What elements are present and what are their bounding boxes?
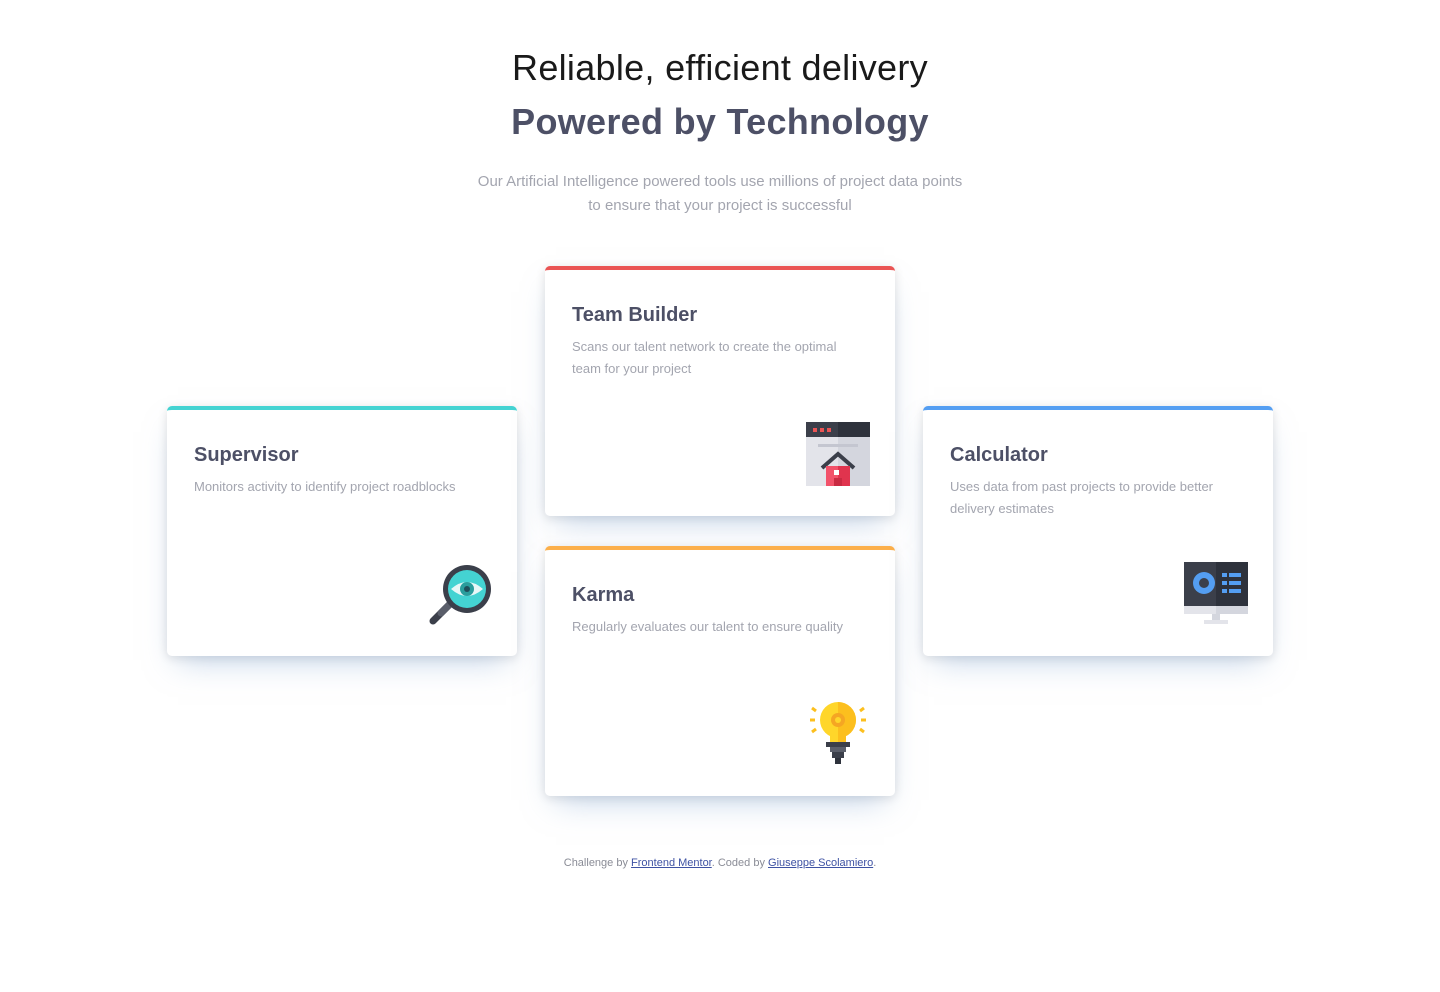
- card-team-builder: Team Builder Scans our talent network to…: [545, 266, 895, 516]
- card-supervisor: Supervisor Monitors activity to identify…: [167, 406, 517, 656]
- page: Reliable, efficient delivery Powered by …: [0, 0, 1440, 992]
- card-description: Regularly evaluates our talent to ensure…: [572, 619, 843, 634]
- author-link[interactable]: Giuseppe Scolamiero: [768, 857, 873, 869]
- headline-bold: Powered by Technology: [511, 101, 929, 142]
- footer-prefix: Challenge by: [563, 857, 632, 869]
- card-description: Scans our talent network to create the o…: [572, 339, 837, 376]
- card-description: Uses data from past projects to provide …: [950, 479, 1214, 516]
- card-title: Supervisor: [194, 444, 299, 466]
- browser-house-icon: [806, 422, 870, 486]
- card-title: Team Builder: [572, 304, 698, 326]
- intro-text: Our Artificial Intelligence powered tool…: [477, 173, 963, 214]
- headline-light: Reliable, efficient delivery: [512, 47, 928, 88]
- card-karma: Karma Regularly evaluates our talent to …: [545, 546, 895, 796]
- footer-suffix: .: [873, 857, 877, 869]
- lightbulb-icon: [806, 702, 870, 766]
- card-title: Karma: [572, 584, 635, 606]
- card-title: Calculator: [950, 444, 1048, 466]
- magnifier-eye-icon: [428, 562, 492, 626]
- page-header: Reliable, efficient delivery Powered by …: [0, 44, 1440, 218]
- attribution-footer: Challenge by Frontend Mentor. Coded by G…: [0, 857, 1440, 869]
- frontend-mentor-link[interactable]: Frontend Mentor: [631, 857, 712, 869]
- card-calculator: Calculator Uses data from past projects …: [923, 406, 1273, 656]
- monitor-chart-icon: [1184, 562, 1248, 626]
- card-description: Monitors activity to identify project ro…: [194, 479, 456, 494]
- footer-middle: . Coded by: [711, 857, 769, 869]
